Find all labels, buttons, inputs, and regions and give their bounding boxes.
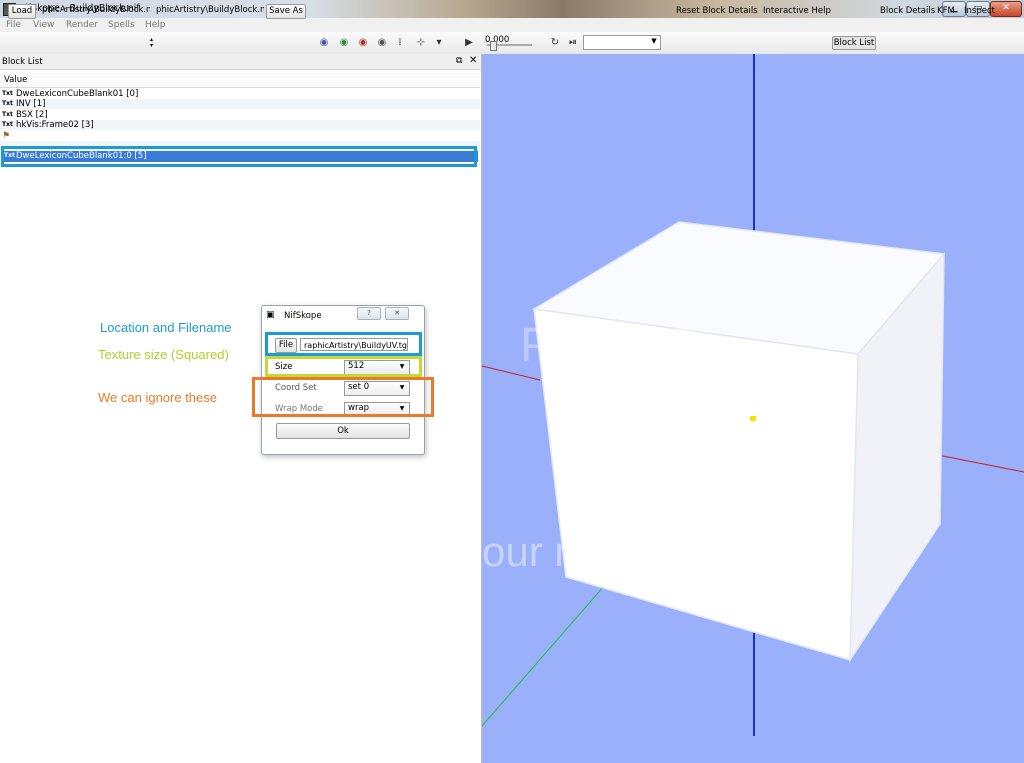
- list-item[interactable]: Txt hkVis:Frame02 [3]: [0, 120, 480, 130]
- panel-header: [0, 54, 481, 70]
- watermark: our m less!: [482, 528, 688, 575]
- nifskope-icon: ▣: [266, 310, 275, 320]
- eye-gray-icon[interactable]: ◉: [375, 37, 389, 49]
- chevron-down-icon[interactable]: ▼: [649, 35, 659, 48]
- menu-render[interactable]: Render: [66, 20, 98, 30]
- watermark: PHOTO: [520, 319, 705, 372]
- 3d-viewport[interactable]: [482, 54, 1024, 763]
- list-item[interactable]: Txt INV [1]: [0, 99, 480, 109]
- annotation-ignore: We can ignore these: [98, 390, 217, 405]
- list-item-label: hkVis:Frame02 [3]: [16, 120, 94, 130]
- scene-graphic: [482, 54, 1024, 736]
- list-item-label: DweLexiconCubeBlank01 [0]: [16, 89, 139, 99]
- save-as-button[interactable]: Save As: [266, 4, 306, 19]
- highlight-ignore: [252, 377, 434, 417]
- annotation-texture-size: Texture size (Squared): [98, 347, 229, 362]
- menu-file[interactable]: File: [6, 20, 21, 30]
- dialog-close-button[interactable]: ✕: [385, 307, 409, 320]
- save-path-field[interactable]: phicArtistry\BuildyBlock.nif: [156, 4, 264, 17]
- menu-view[interactable]: View: [33, 20, 54, 30]
- highlight-location: [265, 332, 422, 356]
- step-icon[interactable]: ⏯: [566, 37, 580, 49]
- list-item[interactable]: Txt DweLexiconCubeBlank01 [0]: [0, 89, 480, 99]
- close-panel-icon[interactable]: ✕: [469, 55, 479, 66]
- dialog-help-button[interactable]: ?: [357, 307, 381, 320]
- play-icon[interactable]: ▶: [462, 37, 476, 49]
- interactive-help-link[interactable]: Interactive Help: [763, 5, 831, 17]
- load-path-spin-icon[interactable]: ▴ ▾: [150, 37, 153, 49]
- loop-icon[interactable]: ↻: [548, 37, 562, 49]
- eye-blue-icon[interactable]: ◉: [317, 37, 331, 49]
- txt-icon: Txt: [2, 90, 13, 97]
- menu-spells[interactable]: Spells: [108, 20, 135, 30]
- menu-help[interactable]: Help: [145, 20, 166, 30]
- block-details-link[interactable]: Block Details: [880, 5, 935, 17]
- list-item[interactable]: Txt BSX [2]: [0, 110, 480, 120]
- txt-icon: Txt: [2, 100, 13, 107]
- kfm-link[interactable]: KFM: [937, 5, 955, 17]
- footprint-icon[interactable]: ⁞: [393, 37, 407, 49]
- panel-title: Block List: [2, 57, 43, 67]
- axis-gizmo-icon[interactable]: ⊹: [414, 37, 428, 49]
- txt-icon: Txt: [2, 111, 13, 118]
- block-list-toggle[interactable]: Block List: [832, 36, 876, 50]
- node-icon: ⚑: [2, 131, 11, 141]
- list-item[interactable]: ⚑: [0, 131, 480, 141]
- highlight-frame: [1, 146, 477, 167]
- eye-green-icon[interactable]: ◉: [337, 37, 351, 49]
- annotation-location: Location and Filename: [100, 320, 232, 335]
- inspect-link[interactable]: Inspect: [964, 5, 995, 17]
- list-item-label: INV [1]: [16, 99, 46, 109]
- view-dropdown-icon[interactable]: ▾: [432, 37, 446, 49]
- eye-red-icon[interactable]: ◉: [356, 37, 370, 49]
- load-button[interactable]: Load: [8, 4, 36, 19]
- ok-button[interactable]: Ok: [276, 423, 410, 439]
- highlight-size: [265, 356, 422, 377]
- load-path-field[interactable]: phicArtistry\BuildyBlock.nif: [42, 4, 150, 17]
- dialog-title: NifSkope: [284, 311, 322, 321]
- list-item-label: BSX [2]: [16, 110, 48, 120]
- float-panel-icon[interactable]: ⧉: [456, 56, 466, 66]
- txt-icon: Txt: [2, 121, 13, 128]
- value-column-label: Value: [4, 75, 28, 85]
- value-column-header[interactable]: [0, 73, 480, 88]
- time-slider-thumb[interactable]: [490, 41, 497, 51]
- title-bar: [0, 0, 1024, 18]
- reset-block-details-link[interactable]: Reset Block Details: [676, 5, 758, 17]
